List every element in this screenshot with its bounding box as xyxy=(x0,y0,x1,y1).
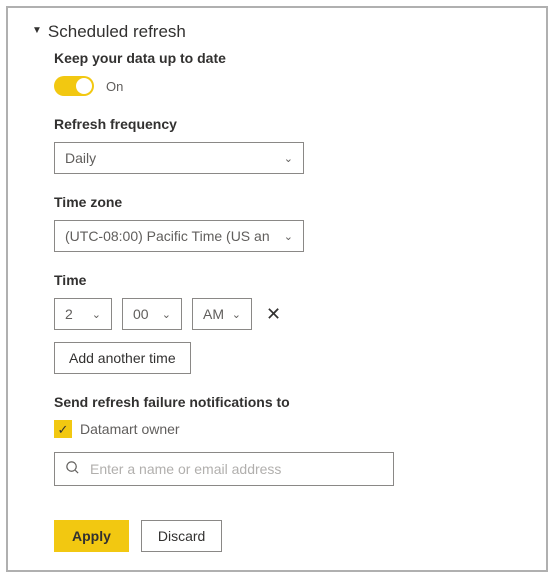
search-icon xyxy=(65,460,80,478)
toggle-knob xyxy=(76,78,92,94)
keep-data-toggle[interactable] xyxy=(54,76,94,96)
section-title: Scheduled refresh xyxy=(48,22,186,42)
owner-checkbox[interactable]: ✓ xyxy=(54,420,72,438)
chevron-down-icon: ⌄ xyxy=(284,152,293,165)
notify-heading: Send refresh failure notifications to xyxy=(54,394,522,410)
discard-button[interactable]: Discard xyxy=(141,520,222,552)
hour-value: 2 xyxy=(65,306,73,322)
timezone-heading: Time zone xyxy=(54,194,522,210)
timezone-value: (UTC-08:00) Pacific Time (US an xyxy=(65,228,270,244)
hour-select[interactable]: 2 ⌄ xyxy=(54,298,112,330)
check-icon: ✓ xyxy=(58,423,69,436)
time-heading: Time xyxy=(54,272,522,288)
chevron-down-icon: ⌄ xyxy=(284,230,293,243)
chevron-down-icon: ⌄ xyxy=(162,308,171,321)
add-time-button[interactable]: Add another time xyxy=(54,342,191,374)
toggle-state-label: On xyxy=(106,79,123,94)
minute-value: 00 xyxy=(133,306,149,322)
owner-checkbox-label: Datamart owner xyxy=(80,421,180,437)
scheduled-refresh-panel: ▼ Scheduled refresh Keep your data up to… xyxy=(6,6,548,572)
minute-select[interactable]: 00 ⌄ xyxy=(122,298,182,330)
frequency-value: Daily xyxy=(65,150,96,166)
timezone-select[interactable]: (UTC-08:00) Pacific Time (US an ⌄ xyxy=(54,220,304,252)
ampm-value: AM xyxy=(203,306,224,322)
keep-data-heading: Keep your data up to date xyxy=(54,50,522,66)
notify-email-field[interactable] xyxy=(54,452,394,486)
collapse-icon: ▼ xyxy=(32,26,42,36)
chevron-down-icon: ⌄ xyxy=(232,308,241,321)
apply-button[interactable]: Apply xyxy=(54,520,129,552)
section-header[interactable]: ▼ Scheduled refresh xyxy=(32,22,522,42)
frequency-select[interactable]: Daily ⌄ xyxy=(54,142,304,174)
chevron-down-icon: ⌄ xyxy=(92,308,101,321)
frequency-heading: Refresh frequency xyxy=(54,116,522,132)
notify-email-input[interactable] xyxy=(90,461,383,477)
remove-time-icon[interactable]: ✕ xyxy=(262,304,285,325)
ampm-select[interactable]: AM ⌄ xyxy=(192,298,252,330)
